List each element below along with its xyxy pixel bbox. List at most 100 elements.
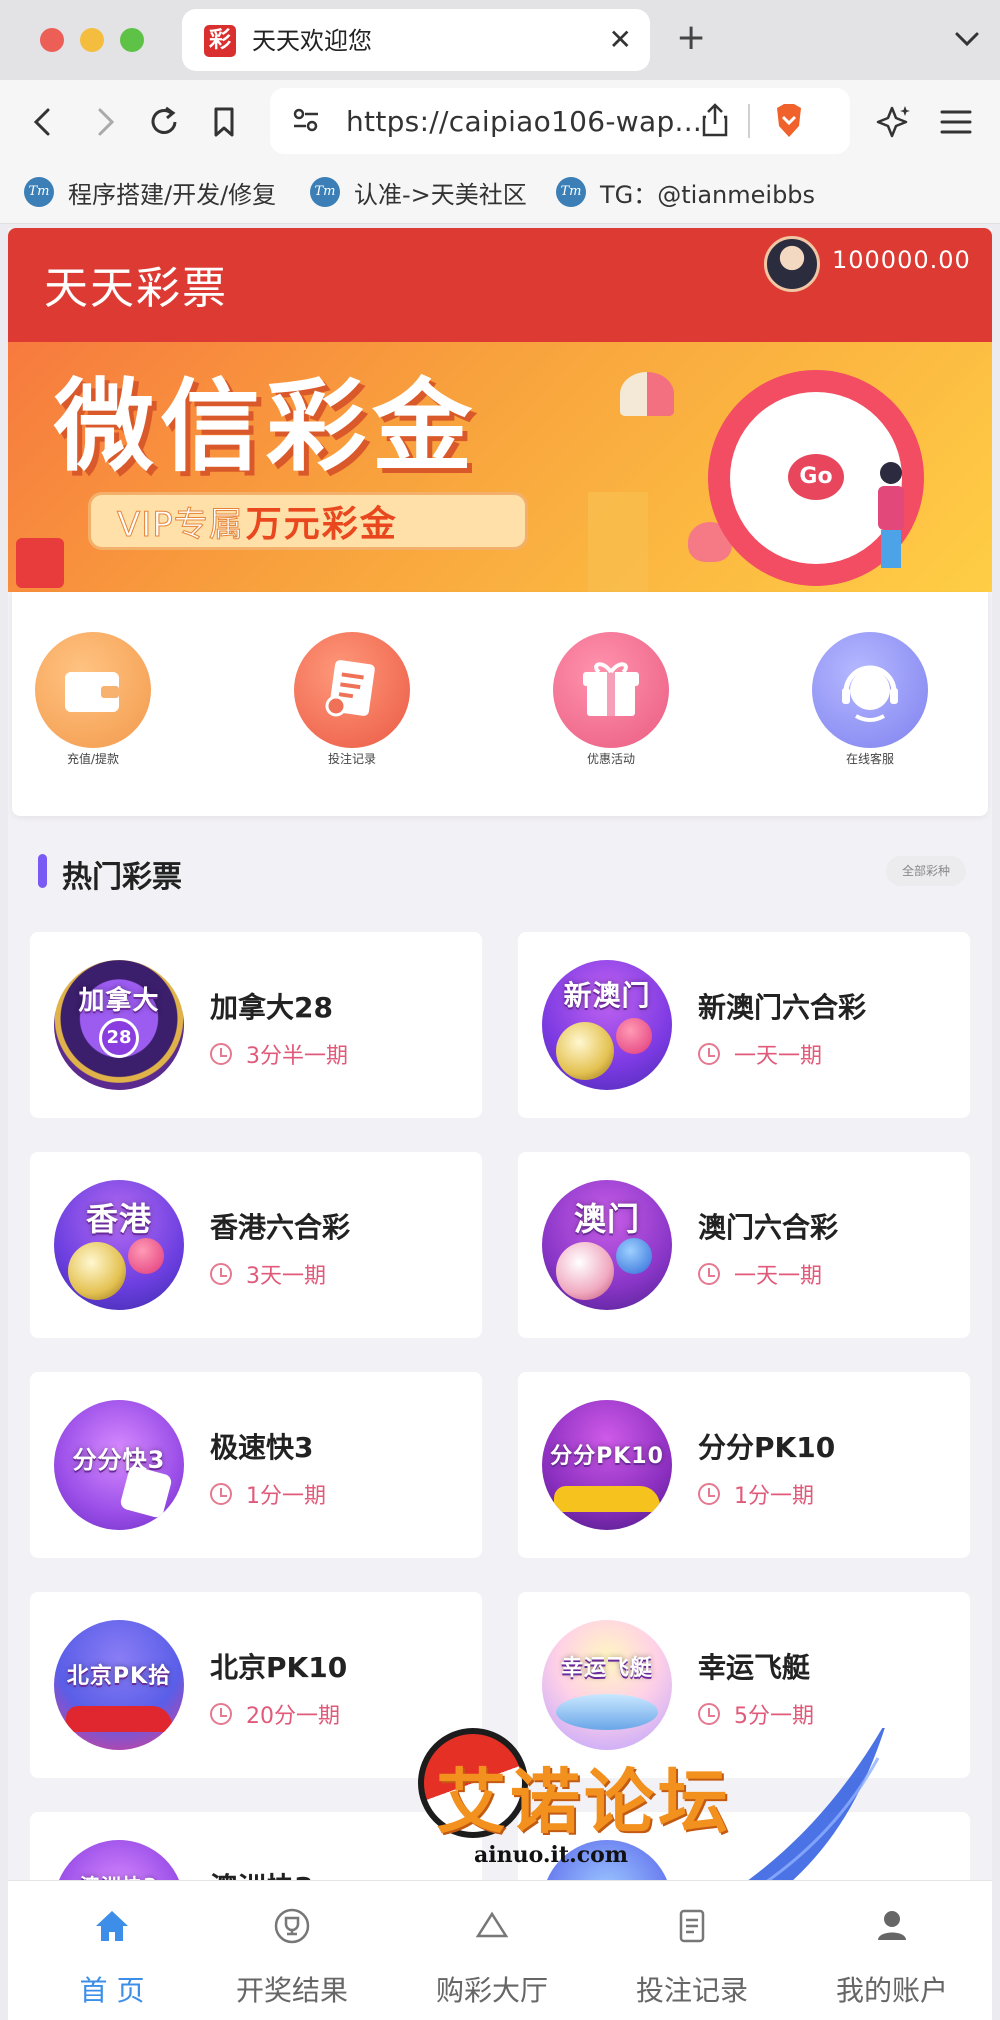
- tab-label: 购彩大厅: [435, 1974, 548, 2007]
- browser-tab[interactable]: 彩 天天欢迎您 ✕: [182, 9, 650, 71]
- lottery-period: 5分一期: [698, 1698, 814, 1730]
- lottery-name: 香港六合彩: [210, 1211, 351, 1244]
- tab-title: 天天欢迎您: [252, 27, 372, 55]
- back-arrow-icon[interactable]: [26, 104, 62, 140]
- record-icon: [602, 1901, 782, 1951]
- clock-icon: [210, 1263, 232, 1285]
- quick-link-recharge[interactable]: 充值/提款: [18, 632, 168, 767]
- document-icon: [294, 632, 410, 748]
- hamburger-menu-icon[interactable]: [938, 104, 974, 140]
- lottery-logo-text: 新澳门: [563, 979, 651, 1012]
- lottery-card[interactable]: 分分快3 极速快3 1分一期: [30, 1372, 482, 1558]
- window-zoom-button[interactable]: [120, 28, 144, 52]
- leo-ai-icon[interactable]: [876, 104, 912, 140]
- lottery-logo-text: 加拿大: [78, 986, 160, 1016]
- lottery-logo-text: 分分PK10: [550, 1444, 664, 1469]
- lottery-period-text: 一天一期: [734, 1264, 823, 1289]
- bookmarks-bar: Tm 程序搭建/开发/修复 Tm 认准->天美社区 Tm TG：@tianmei…: [0, 162, 1000, 224]
- quick-link-promotions[interactable]: 优惠活动: [536, 632, 686, 767]
- clock-icon: [210, 1703, 232, 1725]
- lottery-period: 1分一期: [698, 1478, 814, 1510]
- bookmark-icon[interactable]: [206, 104, 242, 140]
- window-minimize-button[interactable]: [80, 28, 104, 52]
- quick-link-label: 在线客服: [845, 752, 894, 766]
- lottery-period-text: 1分一期: [734, 1484, 814, 1509]
- lottery-name: 分分PK10: [698, 1431, 836, 1464]
- lottery-logo-text: 分分快3: [72, 1446, 166, 1474]
- promo-banner[interactable]: 微信彩金 VIP专属 万元彩金 Go: [8, 342, 992, 592]
- browser-tab-strip: 彩 天天欢迎您 ✕ +: [0, 0, 1000, 80]
- hot-lottery-header: 热门彩票 全部彩种: [8, 840, 992, 900]
- lottery-card[interactable]: 澳门 澳门六合彩 一天一期: [518, 1152, 970, 1338]
- lottery-logo: 分分PK10: [542, 1400, 672, 1530]
- reload-icon[interactable]: [146, 104, 182, 140]
- clock-icon: [698, 1483, 720, 1505]
- url-text[interactable]: https://caipiao106-wap...: [346, 106, 702, 138]
- tab-results[interactable]: 开奖结果: [202, 1901, 382, 2009]
- lottery-period-text: 3分半一期: [246, 1044, 348, 1069]
- lottery-logo: 幸运飞艇: [542, 1620, 672, 1750]
- ball-icon: [616, 1238, 652, 1274]
- bookmark-item[interactable]: Tm TG：@tianmeibbs: [556, 174, 815, 210]
- all-lotteries-button[interactable]: 全部彩种: [885, 856, 966, 886]
- lottery-period-text: 3天一期: [246, 1264, 326, 1289]
- lottery-card[interactable]: 分分PK10 分分PK10 1分一期: [518, 1372, 970, 1558]
- lottery-logo-text: 北京PK拾: [66, 1664, 172, 1689]
- url-separator: [748, 104, 750, 138]
- address-bar[interactable]: https://caipiao106-wap...: [270, 88, 850, 154]
- browser-toolbar: https://caipiao106-wap...: [0, 80, 1000, 162]
- prize-wheel-face: Go: [730, 392, 902, 564]
- quick-link-customer-service[interactable]: 在线客服: [795, 632, 945, 767]
- airship-icon: [556, 1694, 658, 1730]
- clock-icon: [698, 1263, 720, 1285]
- lottery-card[interactable]: 新澳门 新澳门六合彩 一天一期: [518, 932, 970, 1118]
- site-title: 天天彩票: [44, 263, 228, 314]
- lottery-logo: 新澳门: [542, 960, 672, 1090]
- forward-arrow-icon[interactable]: [86, 104, 122, 140]
- lottery-card[interactable]: 北京PK拾 北京PK10 20分一期: [30, 1592, 482, 1778]
- tab-my-account[interactable]: 我的账户: [802, 1901, 982, 2009]
- lottery-name: 北京PK10: [210, 1651, 348, 1684]
- tab-list-chevron-icon[interactable]: [954, 28, 980, 54]
- tab-lottery-hall[interactable]: 购彩大厅: [402, 1901, 582, 2009]
- share-icon[interactable]: [700, 102, 730, 142]
- lottery-card[interactable]: 幸运飞艇 幸运飞艇 5分一期: [518, 1592, 970, 1778]
- lottery-hall-icon: [402, 1901, 582, 1951]
- person-illustration-icon: [878, 462, 904, 572]
- account-balance: 100000.00: [832, 246, 971, 274]
- window-close-button[interactable]: [40, 28, 64, 52]
- banner-subtitle: VIP专属 万元彩金: [88, 492, 528, 550]
- bookmark-item[interactable]: Tm 程序搭建/开发/修复: [24, 174, 276, 210]
- lottery-period: 一天一期: [698, 1258, 822, 1290]
- clock-icon: [210, 1483, 232, 1505]
- clock-icon: [698, 1043, 720, 1065]
- tab-label: 开奖结果: [235, 1974, 348, 2007]
- headset-icon: [812, 632, 928, 748]
- lottery-logo-text: 香港: [85, 1200, 152, 1238]
- bookmark-label: TG：@tianmeibbs: [600, 180, 816, 209]
- wheel-go-button[interactable]: Go: [788, 454, 844, 500]
- brave-shield-icon[interactable]: [772, 102, 806, 144]
- quick-links-panel: 充值/提款 投注记录 优惠活动 在线客服: [12, 592, 988, 816]
- new-tab-button[interactable]: +: [676, 16, 706, 60]
- tab-close-icon[interactable]: ✕: [609, 22, 632, 58]
- user-avatar[interactable]: [764, 236, 820, 292]
- banner-subtitle-highlight: 万元彩金: [245, 504, 398, 545]
- lottery-logo-number: 28: [99, 1018, 139, 1058]
- lottery-logo: 澳门: [542, 1180, 672, 1310]
- site-settings-icon[interactable]: [290, 104, 322, 140]
- tab-bet-records[interactable]: 投注记录: [602, 1901, 782, 2009]
- lottery-period-text: 1分一期: [246, 1484, 326, 1509]
- bookmark-item[interactable]: Tm 认准->天美社区: [310, 174, 527, 210]
- quick-link-bet-record[interactable]: 投注记录: [277, 632, 427, 767]
- lottery-period-text: 一天一期: [734, 1044, 823, 1069]
- section-accent-bar: [38, 854, 47, 888]
- banner-subtitle-prefix: VIP专属: [117, 504, 244, 545]
- tm-icon: Tm: [556, 177, 586, 207]
- lottery-period-text: 20分一期: [246, 1704, 340, 1729]
- lottery-card[interactable]: 香港 香港六合彩 3天一期: [30, 1152, 482, 1338]
- lottery-name: 加拿大28: [210, 991, 333, 1024]
- lottery-card[interactable]: 加拿大 28 加拿大28 3分半一期: [30, 932, 482, 1118]
- tab-home[interactable]: 首 页: [22, 1901, 202, 2009]
- lottery-logo: 加拿大 28: [54, 960, 184, 1090]
